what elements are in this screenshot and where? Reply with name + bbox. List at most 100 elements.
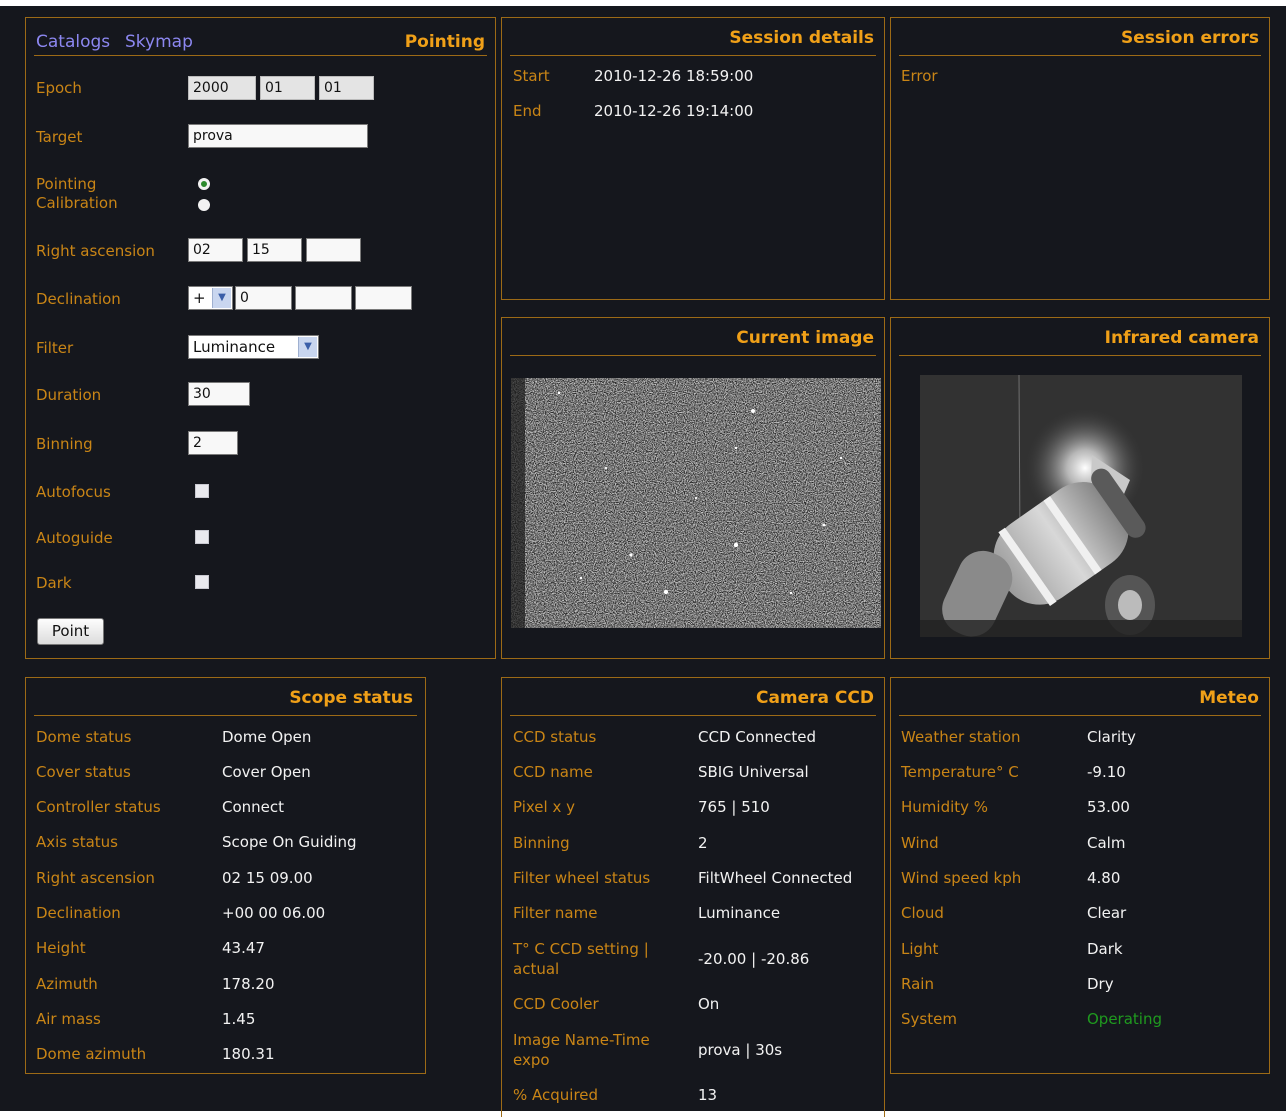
session-errors-panel: Session errors Error bbox=[890, 17, 1270, 300]
infrared-camera-header: Infrared camera bbox=[899, 318, 1261, 356]
scope-row-label: Dome status bbox=[36, 728, 132, 746]
session-end-label: End bbox=[513, 102, 542, 120]
meteo-row-label: Temperature° C bbox=[901, 763, 1019, 781]
catalogs-link[interactable]: Catalogs bbox=[36, 32, 110, 52]
declination-sign-value: + bbox=[193, 289, 206, 307]
dec-seconds-input[interactable] bbox=[355, 286, 412, 310]
infrared-camera-view bbox=[920, 375, 1242, 637]
current-image-title: Current image bbox=[736, 328, 874, 348]
scope-row-value: 43.47 bbox=[222, 939, 265, 957]
meteo-row-value: Dark bbox=[1087, 940, 1123, 958]
current-image-view bbox=[511, 378, 881, 628]
session-details-header: Session details bbox=[510, 18, 876, 56]
duration-input[interactable]: 30 bbox=[188, 382, 250, 406]
star-field-image bbox=[511, 378, 881, 628]
autofocus-label: Autofocus bbox=[36, 483, 111, 501]
declination-sign-select[interactable]: + ▼ bbox=[188, 286, 233, 310]
scope-row-label: Azimuth bbox=[36, 975, 98, 993]
session-start-value: 2010-12-26 18:59:00 bbox=[594, 67, 754, 85]
declination-label: Declination bbox=[36, 290, 121, 308]
ccd-row-label: CCD status bbox=[513, 728, 597, 746]
ccd-row-value: 2 bbox=[698, 834, 708, 852]
scope-row-label: Cover status bbox=[36, 763, 131, 781]
ccd-row-label: CCD Cooler bbox=[513, 995, 599, 1013]
scope-row-value: Dome Open bbox=[222, 728, 312, 746]
dec-degrees-input[interactable]: 0 bbox=[235, 286, 292, 310]
meteo-row-label: Humidity % bbox=[901, 798, 989, 816]
pointing-panel: Catalogs Skymap Pointing Epoch 2000 01 0… bbox=[25, 17, 496, 659]
meteo-row-value: Dry bbox=[1087, 975, 1114, 993]
ra-seconds-input[interactable] bbox=[306, 238, 361, 262]
ccd-row-value: FiltWheel Connected bbox=[698, 869, 853, 887]
ccd-row-value: prova | 30s bbox=[698, 1041, 783, 1059]
calibration-radio[interactable] bbox=[198, 199, 210, 211]
scope-row-value: 180.31 bbox=[222, 1045, 275, 1063]
dark-label: Dark bbox=[36, 574, 72, 592]
session-end-value: 2010-12-26 19:14:00 bbox=[594, 102, 754, 120]
pointing-mode-label: Pointing bbox=[36, 175, 97, 193]
ccd-row-label: Image Name-Time expo bbox=[513, 1031, 650, 1069]
autofocus-checkbox[interactable] bbox=[195, 484, 209, 498]
telescope-image bbox=[920, 375, 1242, 637]
meteo-row-label: Wind bbox=[901, 834, 939, 852]
system-status-value: Operating bbox=[1087, 1010, 1162, 1028]
session-start-label: Start bbox=[513, 67, 550, 85]
scope-row-value: Connect bbox=[222, 798, 285, 816]
camera-ccd-panel: Camera CCD CCD status CCD Connected CCD … bbox=[501, 677, 885, 1117]
session-details-title: Session details bbox=[729, 28, 874, 48]
scope-status-panel: Scope status Dome status Dome Open Cover… bbox=[25, 677, 426, 1074]
ccd-row-label: CCD name bbox=[513, 763, 593, 781]
camera-ccd-header: Camera CCD bbox=[510, 678, 876, 716]
scope-row-label: Declination bbox=[36, 904, 121, 922]
infrared-camera-panel: Infrared camera bbox=[890, 317, 1270, 659]
binning-input[interactable]: 2 bbox=[188, 431, 238, 455]
ra-minutes-input[interactable]: 15 bbox=[247, 238, 302, 262]
ccd-row-label: T° C CCD setting | actual bbox=[513, 940, 649, 978]
target-label: Target bbox=[36, 128, 83, 146]
epoch-label: Epoch bbox=[36, 79, 82, 97]
meteo-title: Meteo bbox=[1199, 688, 1259, 708]
ccd-row-value: Luminance bbox=[698, 904, 781, 922]
meteo-row-label: Rain bbox=[901, 975, 934, 993]
meteo-row-value: 53.00 bbox=[1087, 798, 1130, 816]
scope-status-title: Scope status bbox=[289, 688, 413, 708]
meteo-row-label: Cloud bbox=[901, 904, 944, 922]
error-label: Error bbox=[901, 67, 938, 85]
autoguide-checkbox[interactable] bbox=[195, 530, 209, 544]
ccd-row-value: 13 bbox=[698, 1086, 718, 1104]
point-button[interactable]: Point bbox=[37, 618, 104, 645]
scope-row-label: Height bbox=[36, 939, 86, 957]
scope-row-label: Right ascension bbox=[36, 869, 155, 887]
ra-hours-input[interactable]: 02 bbox=[188, 238, 243, 262]
epoch-day-input[interactable]: 01 bbox=[319, 76, 374, 100]
ccd-row-label: % Acquired bbox=[513, 1086, 599, 1104]
pointing-radio[interactable] bbox=[198, 178, 210, 190]
scope-row-label: Axis status bbox=[36, 833, 118, 851]
ccd-row-label: Pixel x y bbox=[513, 798, 575, 816]
current-image-header: Current image bbox=[510, 318, 876, 356]
epoch-year-input[interactable]: 2000 bbox=[188, 76, 256, 100]
scope-row-label: Air mass bbox=[36, 1010, 101, 1028]
meteo-row-label: Wind speed kph bbox=[901, 869, 1022, 887]
scope-row-value: 178.20 bbox=[222, 975, 275, 993]
binning-label: Binning bbox=[36, 435, 93, 453]
dark-checkbox[interactable] bbox=[195, 575, 209, 589]
right-ascension-label: Right ascension bbox=[36, 242, 155, 260]
session-details-panel: Session details Start 2010-12-26 18:59:0… bbox=[501, 17, 885, 300]
meteo-row-value: Calm bbox=[1087, 834, 1126, 852]
meteo-row-value: Clarity bbox=[1087, 728, 1136, 746]
pointing-header: Catalogs Skymap Pointing bbox=[34, 18, 487, 56]
skymap-link[interactable]: Skymap bbox=[125, 32, 193, 52]
filter-select[interactable]: Luminance ▼ bbox=[188, 335, 319, 359]
filter-select-value: Luminance bbox=[193, 338, 276, 356]
meteo-row-value: -9.10 bbox=[1087, 763, 1126, 781]
dec-minutes-input[interactable] bbox=[295, 286, 352, 310]
scope-row-label: Dome azimuth bbox=[36, 1045, 147, 1063]
current-image-panel: Current image bbox=[501, 317, 885, 659]
target-input[interactable]: prova bbox=[188, 124, 368, 148]
epoch-month-input[interactable]: 01 bbox=[260, 76, 315, 100]
ccd-row-value: On bbox=[698, 995, 720, 1013]
autoguide-label: Autoguide bbox=[36, 529, 113, 547]
meteo-panel: Meteo Weather station Clarity Temperatur… bbox=[890, 677, 1270, 1074]
session-errors-title: Session errors bbox=[1120, 28, 1259, 48]
